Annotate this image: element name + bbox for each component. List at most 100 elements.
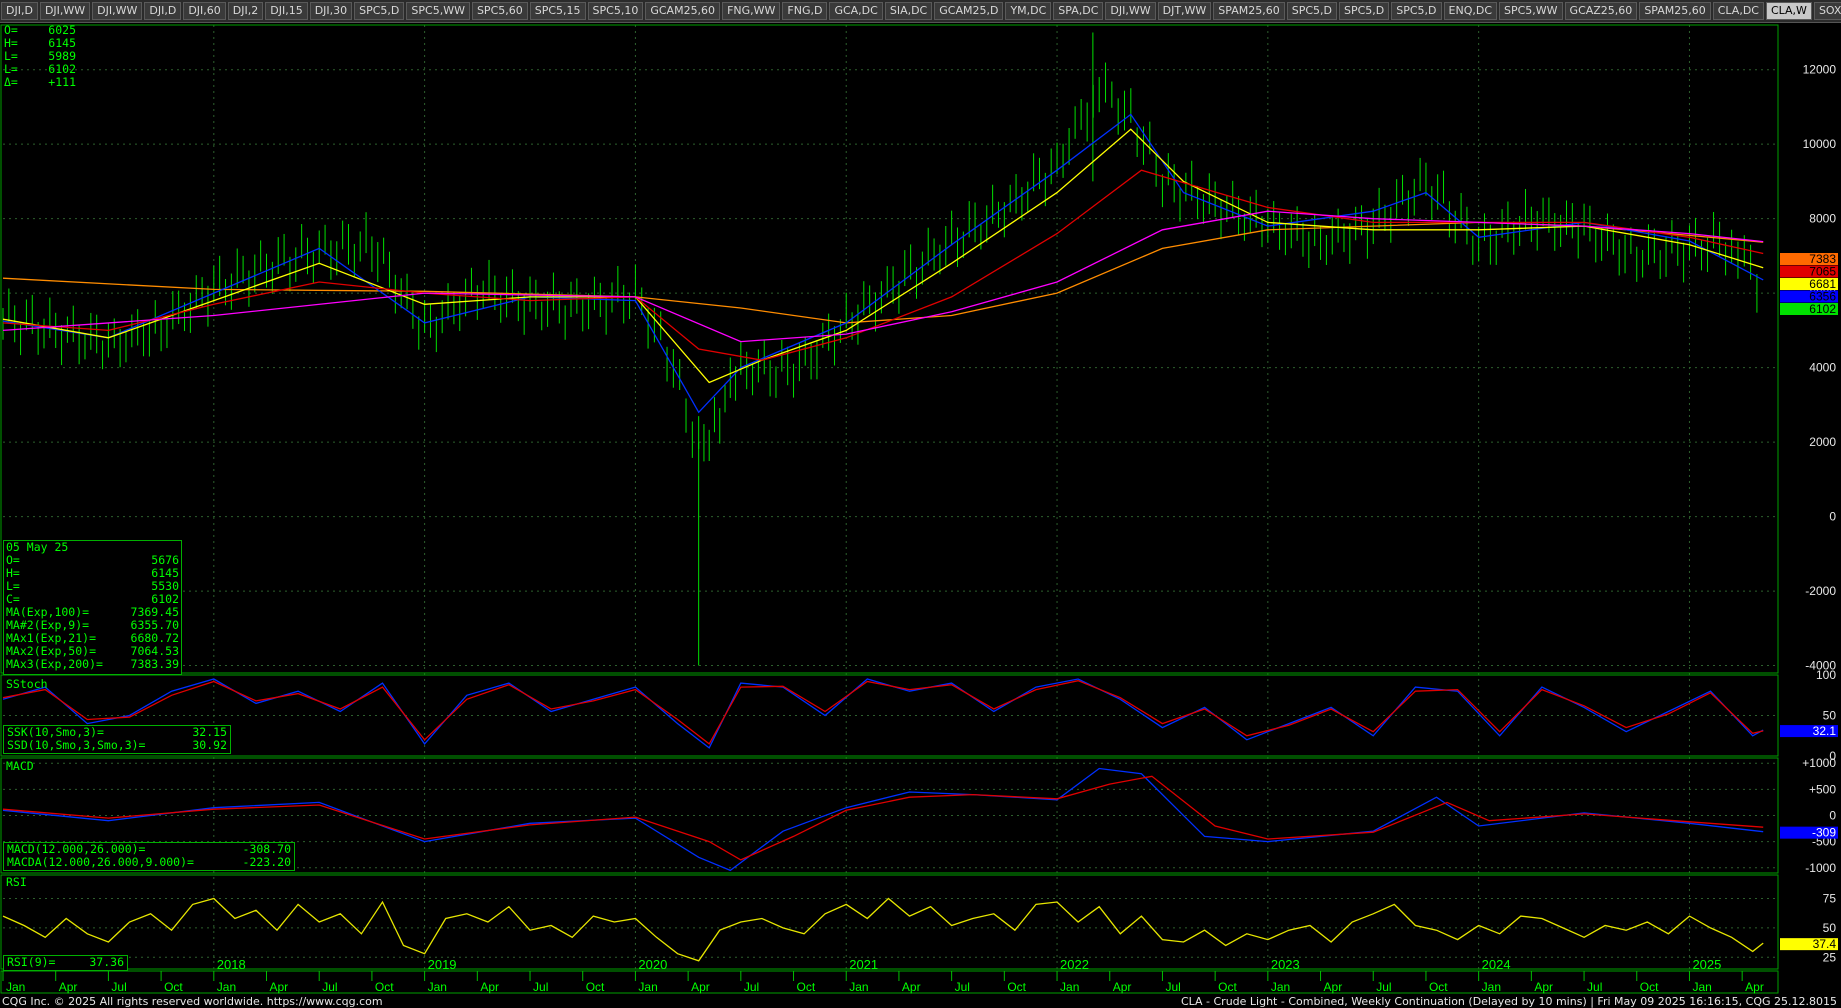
month-label: Oct [1640,980,1659,994]
y-tick-label: 50 [1823,709,1837,723]
month-label: Jan [217,980,236,994]
chart-tab[interactable]: SPAM25,60 [1213,2,1285,20]
month-label: Apr [59,980,78,994]
chart-tab[interactable]: DJI,30 [309,2,353,20]
y-tick-label: -1000 [1805,861,1836,875]
month-label: Oct [1218,980,1237,994]
y-tick-label: 4000 [1809,361,1836,375]
chart-tab[interactable]: SPC5,D [1338,2,1390,20]
macd-value-value: -223.20 [242,855,291,869]
y-tick-label: 8000 [1809,212,1836,226]
month-label: Jan [1060,980,1079,994]
month-label: Jan [849,980,868,994]
chart-tab[interactable]: SPC5,15 [529,2,586,20]
chart-tab[interactable]: GCA,DC [829,2,883,20]
sstoch-value-row: SSD(10,Smo,3,Smo,3)= 30.92 [4,739,230,752]
chart-tab[interactable]: SPC5,WW [1499,2,1563,20]
rsi-value-row: RSI(9)= 37.36 [4,956,127,969]
y-tick-label: 75 [1823,892,1837,906]
sstoch-panel[interactable]: 10050032.1 [0,668,1838,763]
time-axis-frame [0,970,1779,994]
y-tick-label: 25 [1823,950,1837,964]
chart-tab[interactable]: SPAM25,60 [1639,2,1711,20]
chart-tab[interactable]: DJT,WW [1157,2,1212,20]
rsi-title: RSI [6,875,27,889]
y-tick-label: 2000 [1809,435,1836,449]
month-label: Apr [1745,980,1764,994]
chart-tab[interactable]: DJI,60 [183,2,226,20]
chart-tab[interactable]: CLA,W [1765,2,1812,20]
chart-tab[interactable]: SIA,DC [884,2,933,20]
month-label: Jul [1376,980,1391,994]
time-axis[interactable]: Jan Apr Jul Oct Jan Apr Jul Oct Jan Apr Jul Oct Jan A… [0,957,1779,994]
rsi-value-value: 37.36 [89,955,124,969]
chart-tab[interactable]: ENQ,DC [1443,2,1497,20]
chart-tab[interactable]: DJI,D [1,2,38,20]
price-badge-text: 6102 [1809,302,1836,316]
month-label: Oct [375,980,394,994]
chart-tab[interactable]: DJI,WW [92,2,143,20]
month-label: Apr [1113,980,1132,994]
data-box-label: MAx3(Exp,200)= [6,657,103,671]
month-label: Jan [1692,980,1711,994]
month-label: Oct [586,980,605,994]
year-label: 2019 [428,957,457,972]
y-tick-label: 10000 [1803,137,1837,151]
month-label: Apr [902,980,921,994]
chart-tab[interactable]: DJI,2 [227,2,264,20]
series-line [2,169,1764,361]
data-box: 05 May 25 O= 5676 H= 6145 L= 5530 C= 6102 MA(Exp… [3,540,182,675]
value-badge-text: 32.1 [1813,724,1837,738]
month-label: Jul [322,980,337,994]
chart-tab[interactable]: CLA,DC [1712,2,1764,20]
chart-tab[interactable]: SPC5,D [1286,2,1337,20]
series-line [2,678,1764,749]
chart-tab[interactable]: DJI,15 [265,2,308,20]
series-line [2,221,1764,324]
month-label: Jan [1482,980,1501,994]
value-badge-text: 37.4 [1813,937,1837,951]
month-label: Oct [1007,980,1026,994]
chart-tab[interactable]: DJI,D [144,2,182,20]
year-label: 2025 [1692,957,1721,972]
year-label: 2021 [849,957,878,972]
chart-tab[interactable]: GCAZ25,60 [1564,2,1638,20]
chart-tab[interactable]: FNG,WW [722,2,781,20]
chart-tab[interactable]: SPC5,D [1391,2,1442,20]
year-label: 2024 [1482,957,1511,972]
chart-tab[interactable]: SPA,DC [1053,2,1104,20]
rsi-panel[interactable]: 75 50 2537.4 [0,874,1838,970]
macd-value-row: MACDA(12.000,26.000,9.000)= -223.20 [4,856,294,869]
chart-tab[interactable]: DJI,WW [39,2,91,20]
month-label: Apr [1534,980,1553,994]
copyright-text: CQG Inc. © 2025 All rights reserved worl… [2,995,383,1008]
data-box-value: 7383.39 [130,657,179,671]
chart-tab[interactable]: SPC5,10 [587,2,644,20]
chart-tab[interactable]: SPC5,D [354,2,405,20]
data-box-row: MAx3(Exp,200)= 7383.39 [4,658,181,671]
series-line [2,897,1764,962]
month-label: Jan [6,980,25,994]
chart-tab[interactable]: FNG,D [782,2,828,20]
month-label: Apr [1324,980,1343,994]
chart-tab[interactable]: SOX,WW [1813,2,1841,20]
chart-tab[interactable]: SPC5,60 [471,2,528,20]
chart-tab[interactable]: GCAM25,D [934,2,1004,20]
month-label: Jul [1165,980,1180,994]
y-tick-label: 12000 [1803,63,1837,77]
chart-tab[interactable]: YM,DC [1005,2,1052,20]
chart-tab[interactable]: DJI,WW [1105,2,1156,20]
month-label: Oct [1429,980,1448,994]
price-panel[interactable]: 120001000080006000400020000-2000-4000738… [0,24,1838,674]
chart-tab[interactable]: GCAM25,60 [645,2,721,20]
series-line [2,128,1764,384]
macd-values-box: MACD(12.000,26.000)= -308.70 MACDA(12.000,… [3,842,295,871]
month-label: Jul [111,980,126,994]
year-label: 2020 [638,957,667,972]
top-ohlc-label: Δ= [4,75,18,89]
month-label: Oct [164,980,183,994]
month-label: Apr [691,980,710,994]
y-tick-label: 100 [1816,668,1836,682]
chart-tab[interactable]: SPC5,WW [406,2,470,20]
month-label: Jul [1587,980,1602,994]
